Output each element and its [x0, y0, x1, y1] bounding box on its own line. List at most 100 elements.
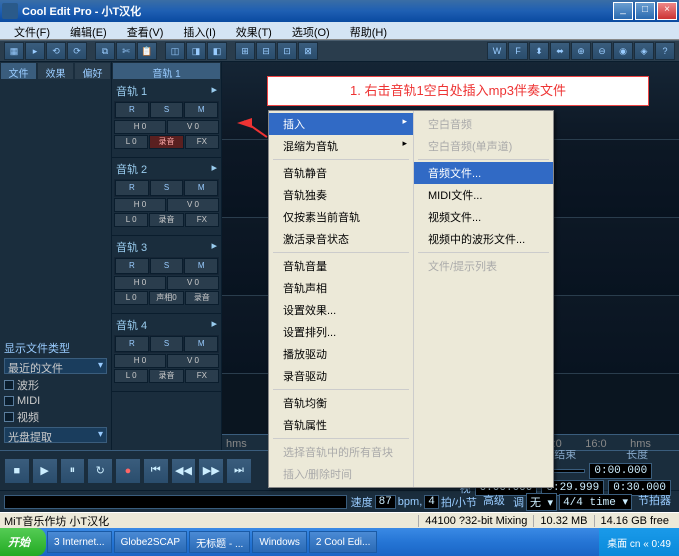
- context-menu-item[interactable]: 音轨属性: [269, 414, 413, 436]
- metronome-button[interactable]: 节拍器: [634, 495, 675, 509]
- context-menu-item[interactable]: 设置效果...: [269, 299, 413, 321]
- track-fx[interactable]: FX: [185, 213, 219, 227]
- track-m[interactable]: M: [184, 180, 218, 196]
- track-h[interactable]: H 0: [114, 198, 166, 212]
- track-s[interactable]: S: [150, 258, 184, 274]
- tool-redo[interactable]: ⟳: [67, 42, 87, 60]
- left-tab[interactable]: 效果: [37, 62, 74, 80]
- track-s[interactable]: S: [150, 336, 184, 352]
- filetype-checkbox[interactable]: MIDI: [4, 395, 107, 407]
- track-tab[interactable]: 音轨 1: [112, 62, 221, 80]
- track-v[interactable]: V 0: [167, 198, 219, 212]
- tool-open[interactable]: ▸: [25, 42, 45, 60]
- pause-button[interactable]: ⏸: [60, 458, 86, 484]
- left-tab[interactable]: 文件: [0, 62, 37, 80]
- tool-o[interactable]: ◈: [634, 42, 654, 60]
- track-s[interactable]: S: [150, 180, 184, 196]
- tool-new[interactable]: ▦: [4, 42, 24, 60]
- track-l[interactable]: L 0: [114, 135, 148, 149]
- track-out[interactable]: 录音: [149, 213, 183, 227]
- context-menu-item[interactable]: 视频文件...: [414, 206, 553, 228]
- rewind-button[interactable]: ⏮: [143, 458, 169, 484]
- context-menu-item[interactable]: 设置排列...: [269, 321, 413, 343]
- track-header[interactable]: 音轨 2▸RSMH 0V 0L 0录音FX: [112, 158, 221, 236]
- tool-n[interactable]: ◉: [613, 42, 633, 60]
- tool-g[interactable]: ⊠: [298, 42, 318, 60]
- menu-item[interactable]: 帮助(H): [340, 22, 397, 39]
- new-open-dropdown[interactable]: 光盘提取: [4, 427, 107, 443]
- timesig-dropdown[interactable]: 4/4 time ▾: [559, 494, 632, 510]
- taskbar-task[interactable]: 2 Cool Edi...: [309, 531, 377, 553]
- track-r[interactable]: R: [115, 102, 149, 118]
- recent-dropdown[interactable]: 最近的文件: [4, 358, 107, 374]
- tool-a[interactable]: ◫: [165, 42, 185, 60]
- track-h[interactable]: H 0: [114, 276, 166, 290]
- context-menu-item[interactable]: 视频中的波形文件...: [414, 228, 553, 250]
- menu-item[interactable]: 效果(T): [226, 22, 282, 39]
- taskbar-task[interactable]: 无标题 - ...: [189, 531, 250, 553]
- context-menu-item[interactable]: 混缩为音轨: [269, 135, 413, 157]
- context-menu-item[interactable]: 音轨独奏: [269, 184, 413, 206]
- track-out[interactable]: 录音: [149, 135, 183, 149]
- track-v[interactable]: V 0: [167, 120, 219, 134]
- tool-f[interactable]: ⊡: [277, 42, 297, 60]
- tool-m[interactable]: ⊖: [592, 42, 612, 60]
- track-h[interactable]: H 0: [114, 120, 166, 134]
- track-header[interactable]: 音轨 1▸RSMH 0V 0L 0录音FX: [112, 80, 221, 158]
- track-header[interactable]: 音轨 3▸RSMH 0V 0L 0声相0录音: [112, 236, 221, 314]
- maximize-button[interactable]: □: [635, 2, 655, 20]
- tool-copy[interactable]: ⧉: [95, 42, 115, 60]
- tool-h[interactable]: W: [487, 42, 507, 60]
- track-fx[interactable]: FX: [185, 369, 219, 383]
- close-button[interactable]: ×: [657, 2, 677, 20]
- tool-k[interactable]: ⬌: [550, 42, 570, 60]
- start-button[interactable]: 开始: [0, 528, 46, 556]
- menu-item[interactable]: 选项(O): [282, 22, 340, 39]
- context-menu-item[interactable]: 播放驱动: [269, 343, 413, 365]
- play-button[interactable]: ▶: [32, 458, 58, 484]
- track-fx[interactable]: FX: [185, 135, 219, 149]
- track-s[interactable]: S: [150, 102, 184, 118]
- filetype-checkbox[interactable]: 波形: [4, 377, 107, 393]
- context-menu-item[interactable]: 音频文件...: [414, 162, 553, 184]
- loop-button[interactable]: ↻: [87, 458, 113, 484]
- context-menu-item[interactable]: 音轨音量: [269, 255, 413, 277]
- bpm-field[interactable]: 87: [375, 495, 396, 509]
- end-button[interactable]: ⏭: [226, 458, 252, 484]
- context-menu-item[interactable]: MIDI文件...: [414, 184, 553, 206]
- tool-j[interactable]: ⬍: [529, 42, 549, 60]
- context-menu-item[interactable]: 激活录音状态: [269, 228, 413, 250]
- track-m[interactable]: M: [184, 258, 218, 274]
- track-l[interactable]: L 0: [114, 369, 148, 383]
- key-dropdown[interactable]: 无 ▾: [526, 493, 557, 511]
- track-out[interactable]: 录音: [149, 369, 183, 383]
- track-h[interactable]: H 0: [114, 354, 166, 368]
- tool-paste[interactable]: 📋: [137, 42, 157, 60]
- advanced-button[interactable]: 高级: [479, 495, 509, 509]
- tool-c[interactable]: ◧: [207, 42, 227, 60]
- context-menu-item[interactable]: 仅按素当前音轨: [269, 206, 413, 228]
- fwd-button[interactable]: ▶▶: [198, 458, 224, 484]
- tool-cut[interactable]: ✄: [116, 42, 136, 60]
- track-v[interactable]: V 0: [167, 354, 219, 368]
- tool-undo[interactable]: ⟲: [46, 42, 66, 60]
- taskbar-task[interactable]: 3 Internet...: [47, 531, 112, 553]
- beat-field[interactable]: 4: [424, 495, 439, 509]
- tool-b[interactable]: ◨: [186, 42, 206, 60]
- track-header[interactable]: 音轨 4▸RSMH 0V 0L 0录音FX: [112, 314, 221, 392]
- sel-len[interactable]: 0:00.000: [589, 463, 652, 479]
- track-v[interactable]: V 0: [167, 276, 219, 290]
- menu-item[interactable]: 查看(V): [117, 22, 174, 39]
- menu-item[interactable]: 文件(F): [4, 22, 60, 39]
- track-l[interactable]: L 0: [114, 213, 148, 227]
- taskbar-task[interactable]: Windows: [252, 531, 307, 553]
- tool-p[interactable]: ?: [655, 42, 675, 60]
- back-button[interactable]: ◀◀: [171, 458, 197, 484]
- context-menu-item[interactable]: 音轨声相: [269, 277, 413, 299]
- track-r[interactable]: R: [115, 180, 149, 196]
- minimize-button[interactable]: _: [613, 2, 633, 20]
- track-m[interactable]: M: [184, 336, 218, 352]
- track-m[interactable]: M: [184, 102, 218, 118]
- track-l[interactable]: L 0: [114, 291, 148, 305]
- record-button[interactable]: ●: [115, 458, 141, 484]
